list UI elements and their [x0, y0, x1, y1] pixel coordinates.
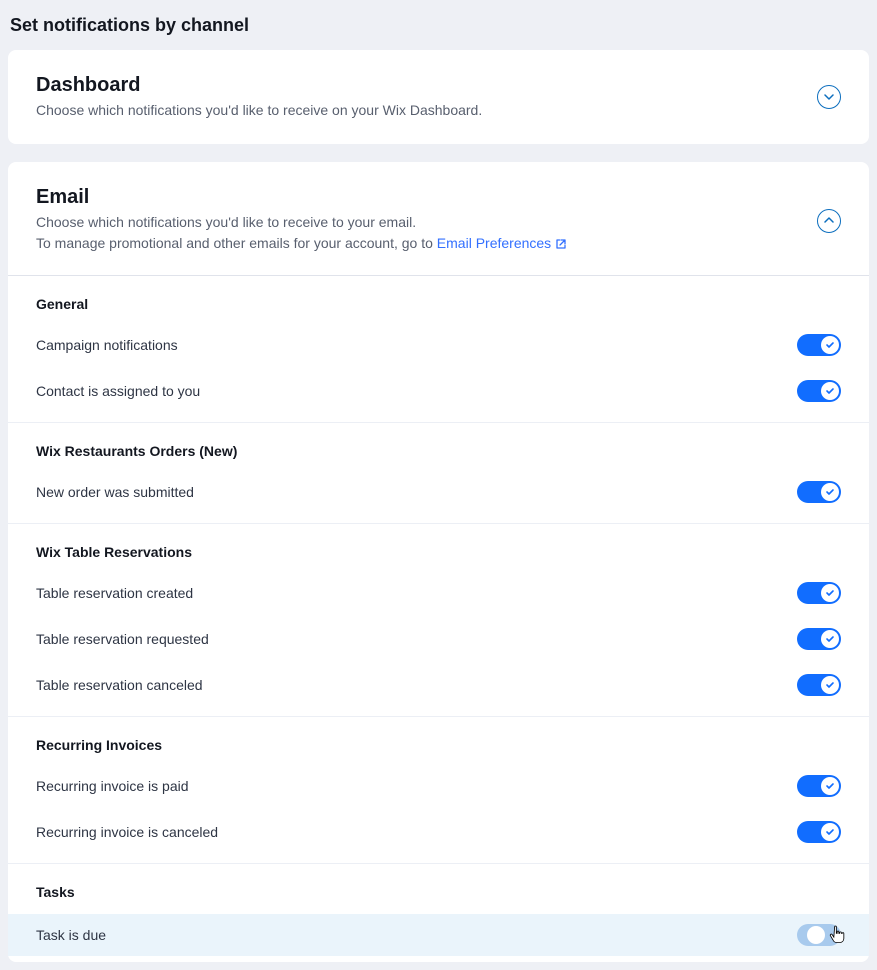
page-title: Set notifications by channel: [8, 8, 869, 50]
toggle-reservation-created[interactable]: [797, 582, 841, 604]
section-tasks: Tasks Task is due: [8, 863, 869, 956]
setting-label: Campaign notifications: [36, 337, 178, 353]
setting-row: Campaign notifications: [36, 326, 841, 372]
setting-row: Table reservation canceled: [36, 666, 841, 712]
section-general: General Campaign notifications Contact i…: [8, 276, 869, 422]
toggle-contact-assigned[interactable]: [797, 380, 841, 402]
setting-row: Table reservation requested: [36, 620, 841, 666]
dashboard-desc: Choose which notifications you'd like to…: [36, 100, 817, 120]
expand-dashboard-button[interactable]: [817, 85, 841, 109]
section-invoices: Recurring Invoices Recurring invoice is …: [8, 716, 869, 863]
section-restaurants: Wix Restaurants Orders (New) New order w…: [8, 422, 869, 523]
dashboard-card: Dashboard Choose which notifications you…: [8, 50, 869, 144]
toggle-invoice-canceled[interactable]: [797, 821, 841, 843]
email-desc-line2-prefix: To manage promotional and other emails f…: [36, 235, 437, 251]
check-icon: [821, 382, 839, 400]
check-icon: [821, 584, 839, 602]
check-icon: [821, 483, 839, 501]
setting-row: Contact is assigned to you: [36, 372, 841, 418]
setting-row: Table reservation created: [36, 574, 841, 620]
email-preferences-link[interactable]: Email Preferences: [437, 235, 567, 251]
section-title-restaurants: Wix Restaurants Orders (New): [36, 443, 841, 459]
dashboard-title: Dashboard: [36, 74, 817, 97]
setting-label: Table reservation created: [36, 585, 193, 601]
setting-row: New order was submitted: [36, 473, 841, 519]
chevron-up-icon: [824, 213, 834, 228]
toggle-knob: [807, 926, 825, 944]
setting-row: Task is due: [8, 914, 869, 956]
setting-label: Table reservation requested: [36, 631, 209, 647]
setting-label: Recurring invoice is canceled: [36, 824, 218, 840]
setting-label: Table reservation canceled: [36, 677, 203, 693]
chevron-down-icon: [824, 90, 834, 105]
email-title: Email: [36, 186, 817, 209]
toggle-task-due[interactable]: [797, 924, 841, 946]
email-card-header[interactable]: Email Choose which notifications you'd l…: [8, 162, 869, 275]
toggle-reservation-canceled[interactable]: [797, 674, 841, 696]
section-title-general: General: [36, 296, 841, 312]
check-icon: [821, 823, 839, 841]
setting-label: New order was submitted: [36, 484, 194, 500]
toggle-invoice-paid[interactable]: [797, 775, 841, 797]
setting-row: Recurring invoice is paid: [36, 767, 841, 813]
email-card: Email Choose which notifications you'd l…: [8, 162, 869, 962]
email-desc-line1: Choose which notifications you'd like to…: [36, 214, 416, 230]
section-title-invoices: Recurring Invoices: [36, 737, 841, 753]
toggle-campaign-notifications[interactable]: [797, 334, 841, 356]
check-icon: [821, 676, 839, 694]
check-icon: [821, 777, 839, 795]
toggle-new-order[interactable]: [797, 481, 841, 503]
setting-label: Task is due: [36, 927, 106, 943]
check-icon: [821, 336, 839, 354]
section-reservations: Wix Table Reservations Table reservation…: [8, 523, 869, 716]
collapse-email-button[interactable]: [817, 209, 841, 233]
email-desc: Choose which notifications you'd like to…: [36, 212, 817, 255]
setting-label: Contact is assigned to you: [36, 383, 200, 399]
setting-row: Recurring invoice is canceled: [36, 813, 841, 859]
toggle-reservation-requested[interactable]: [797, 628, 841, 650]
setting-label: Recurring invoice is paid: [36, 778, 189, 794]
section-title-tasks: Tasks: [36, 884, 841, 900]
dashboard-card-header[interactable]: Dashboard Choose which notifications you…: [8, 50, 869, 144]
check-icon: [821, 630, 839, 648]
external-link-icon: [555, 237, 567, 253]
section-title-reservations: Wix Table Reservations: [36, 544, 841, 560]
